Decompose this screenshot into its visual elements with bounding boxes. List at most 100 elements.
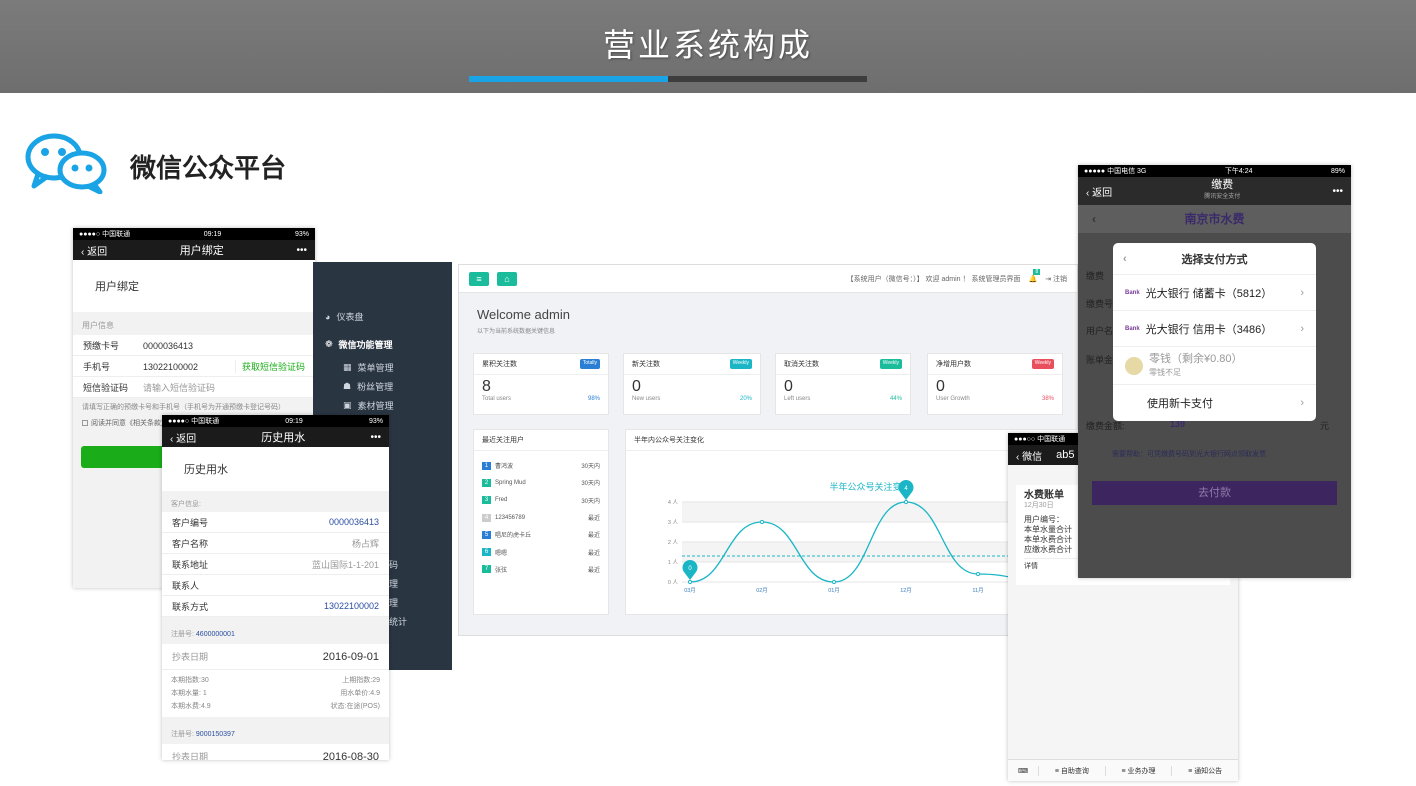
- detail-row: 本期水量: 1 用水单价:4.9: [171, 687, 380, 700]
- sidebar-item-partial[interactable]: 统计: [389, 615, 407, 628]
- recent-user-row[interactable]: 2 Spring Mud 30天内: [482, 474, 600, 491]
- more-icon[interactable]: •••: [296, 245, 307, 256]
- phone-payment: ●●●●● 中国电信 3G 下午4:24 89% ‹ 返回 缴费 腾讯安全支付 •…: [1078, 165, 1351, 578]
- stat-title: 净增用户数: [936, 361, 971, 368]
- sms-code-input[interactable]: 请输入短信验证码: [143, 383, 215, 393]
- detail-right: 上期指数:29: [342, 677, 380, 684]
- record-block: 注册号: 4600000001 抄表日期 2016-09-01 本期指数:30 上期指数…: [162, 617, 389, 717]
- detail-left: 本期水费:4.9: [171, 703, 211, 710]
- chevron-left-icon[interactable]: ‹: [1092, 205, 1096, 233]
- sidebar-item-partial[interactable]: 理: [389, 577, 398, 590]
- more-icon[interactable]: •••: [370, 432, 381, 443]
- menu-tab-business[interactable]: ≡ 业务办理: [1104, 765, 1172, 776]
- option-sublabel: 零钱不足: [1149, 367, 1181, 377]
- recent-user-row[interactable]: 5 唱尼的虎卡丘 最近: [482, 526, 600, 543]
- phone-water-history: ●●●●○ 中国联通 09:19 93% ‹ 返回 历史用水 ••• 历史用水 …: [162, 415, 389, 760]
- battery-text: 93%: [368, 417, 383, 425]
- sidebar-item-wechat[interactable]: ❁ 微信功能管理: [325, 338, 393, 351]
- stat-card: 取消关注数 Weekly 0 Left users 44%: [775, 353, 911, 415]
- nav-bar: ‹ 返回 用户绑定 •••: [73, 240, 315, 260]
- back-button[interactable]: ‹ 返回: [1086, 184, 1112, 199]
- sidebar-label: 仪表盘: [336, 312, 364, 322]
- user-name: 唱尼的虎卡丘: [495, 533, 532, 540]
- status-bar: ●●●●○ 中国联通 09:19 93%: [73, 228, 315, 240]
- sidebar-item-fans[interactable]: ☗ 粉丝管理: [343, 380, 393, 393]
- recent-user-row[interactable]: 4 123456789 最近: [482, 509, 600, 526]
- pay-button[interactable]: 去付款: [1092, 481, 1337, 505]
- carrier-text: ●●●●● 中国电信 3G: [1084, 168, 1147, 175]
- payment-option-balance[interactable]: 零钱（剩余¥0.80） 零钱不足: [1113, 347, 1316, 385]
- home-button[interactable]: ⌂: [497, 271, 517, 286]
- sidebar-item-dashboard[interactable]: ◕ 仪表盘: [325, 310, 363, 323]
- record-date-row[interactable]: 抄表日期 2016-09-01: [162, 644, 389, 670]
- row-label: 手机号: [83, 361, 111, 372]
- sidebar-item-partial[interactable]: 码: [389, 558, 398, 571]
- sidebar-label: 菜单管理: [357, 363, 394, 373]
- record-list: 注册号: 4600000001 抄表日期 2016-09-01 本期指数:30 上期指数…: [162, 617, 389, 760]
- back-label: 返回: [1092, 187, 1113, 199]
- checkbox[interactable]: [82, 420, 88, 426]
- keyboard-icon[interactable]: ⌨: [1008, 767, 1038, 775]
- user-name: 曹鸿波: [495, 464, 514, 471]
- card-title: 最近关注用户: [482, 437, 524, 444]
- phone-row: 手机号 13022100002 获取短信验证码: [73, 356, 315, 377]
- recent-user-row[interactable]: 1 曹鸿波 30天内: [482, 457, 600, 474]
- get-sms-code-button[interactable]: 获取短信验证码: [234, 359, 305, 373]
- more-icon[interactable]: •••: [1332, 186, 1343, 197]
- stat-card: 新关注数 Weekly 0 New users 20%: [623, 353, 761, 415]
- menu-tab-query[interactable]: ≡ 自助查询: [1038, 765, 1105, 776]
- logout-link[interactable]: ⇥ 注销: [1045, 274, 1067, 284]
- card-number-field[interactable]: 0000036413: [143, 341, 193, 351]
- chevron-left-icon[interactable]: ‹: [1123, 253, 1127, 265]
- record-date: 2016-08-30: [322, 750, 379, 761]
- battery-text: 93%: [294, 230, 309, 238]
- row-label: 短信验证码: [83, 382, 129, 393]
- stat-percent: 98%: [587, 396, 600, 402]
- recent-user-row[interactable]: 3 Fred 30天内: [482, 492, 600, 509]
- recent-user-row[interactable]: 6 嗯嗯 最近: [482, 543, 600, 560]
- detail-left: 本期水量: 1: [171, 690, 207, 697]
- grid-band: [682, 502, 1058, 522]
- data-point: [687, 579, 693, 585]
- detail-right: 状态:在途(POS): [330, 703, 380, 710]
- welcome-title: Welcome admin: [477, 307, 570, 322]
- user-info-text: 【系统用户（微信号：）】 欢迎 admin ！ 系统管理员界面: [846, 275, 1021, 283]
- menu-toggle-button[interactable]: ≡: [469, 271, 489, 286]
- modal-title: 选择支付方式: [1181, 253, 1248, 266]
- stat-title: 新关注数: [632, 361, 660, 368]
- carrier-text: ●●●○○ 中国联通: [1014, 436, 1066, 443]
- welcome-subtitle: 以下为当前系统数据关键信息: [477, 329, 556, 335]
- recent-user-row[interactable]: 7 张弦 最近: [482, 561, 600, 578]
- stat-value: 0: [632, 378, 641, 395]
- menu-tab-notice[interactable]: ≡ 通知公告: [1171, 765, 1238, 776]
- sidebar-item-menu[interactable]: ▦ 菜单管理: [343, 361, 394, 374]
- detail-right: 用水单价:4.9: [340, 690, 380, 697]
- bell-icon[interactable]: 🔔 8: [1028, 268, 1041, 283]
- payment-option-new-card[interactable]: 使用新卡支付 ›: [1113, 385, 1316, 421]
- card-title: 半年内公众号关注变化: [634, 437, 704, 444]
- status-bar: ●●●●○ 中国联通 09:19 93%: [162, 415, 389, 427]
- user-name: 张弦: [495, 567, 508, 574]
- dashboard-main: ≡ ⌂ 【系统用户（微信号：）】 欢迎 admin ！ 系统管理员界面 🔔 8 ⇥…: [458, 264, 1079, 636]
- back-button[interactable]: ‹ 微信: [1016, 448, 1042, 463]
- wechat-icon: [25, 133, 107, 194]
- sidebar-item-media[interactable]: ▣ 素材管理: [343, 399, 394, 412]
- record-date-row[interactable]: 抄表日期 2016-08-30: [162, 744, 389, 760]
- back-label: 返回: [176, 433, 197, 445]
- sidebar-item-partial[interactable]: 理: [389, 596, 398, 609]
- data-point: [759, 519, 765, 525]
- x-tick-label: 03月: [684, 587, 696, 594]
- phone-field[interactable]: 13022100002: [143, 362, 198, 372]
- back-button[interactable]: ‹ 返回: [81, 243, 107, 258]
- option-label: 光大银行 信用卡（3486）: [1145, 323, 1273, 336]
- stat-caption: User Growth: [936, 396, 970, 402]
- x-tick-label: 01月: [828, 587, 840, 594]
- payment-option-credit[interactable]: Bank 光大银行 信用卡（3486） ›: [1113, 311, 1316, 347]
- rank-badge: 5: [482, 530, 491, 539]
- payment-option-debit[interactable]: Bank 光大银行 储蓄卡（5812） ›: [1113, 275, 1316, 311]
- date-label: 抄表日期: [172, 652, 209, 662]
- wechat-small-icon: ❁: [325, 339, 333, 349]
- back-button[interactable]: ‹ 返回: [170, 430, 196, 445]
- coin-icon: [1125, 356, 1143, 375]
- follow-time: 最近: [587, 567, 600, 574]
